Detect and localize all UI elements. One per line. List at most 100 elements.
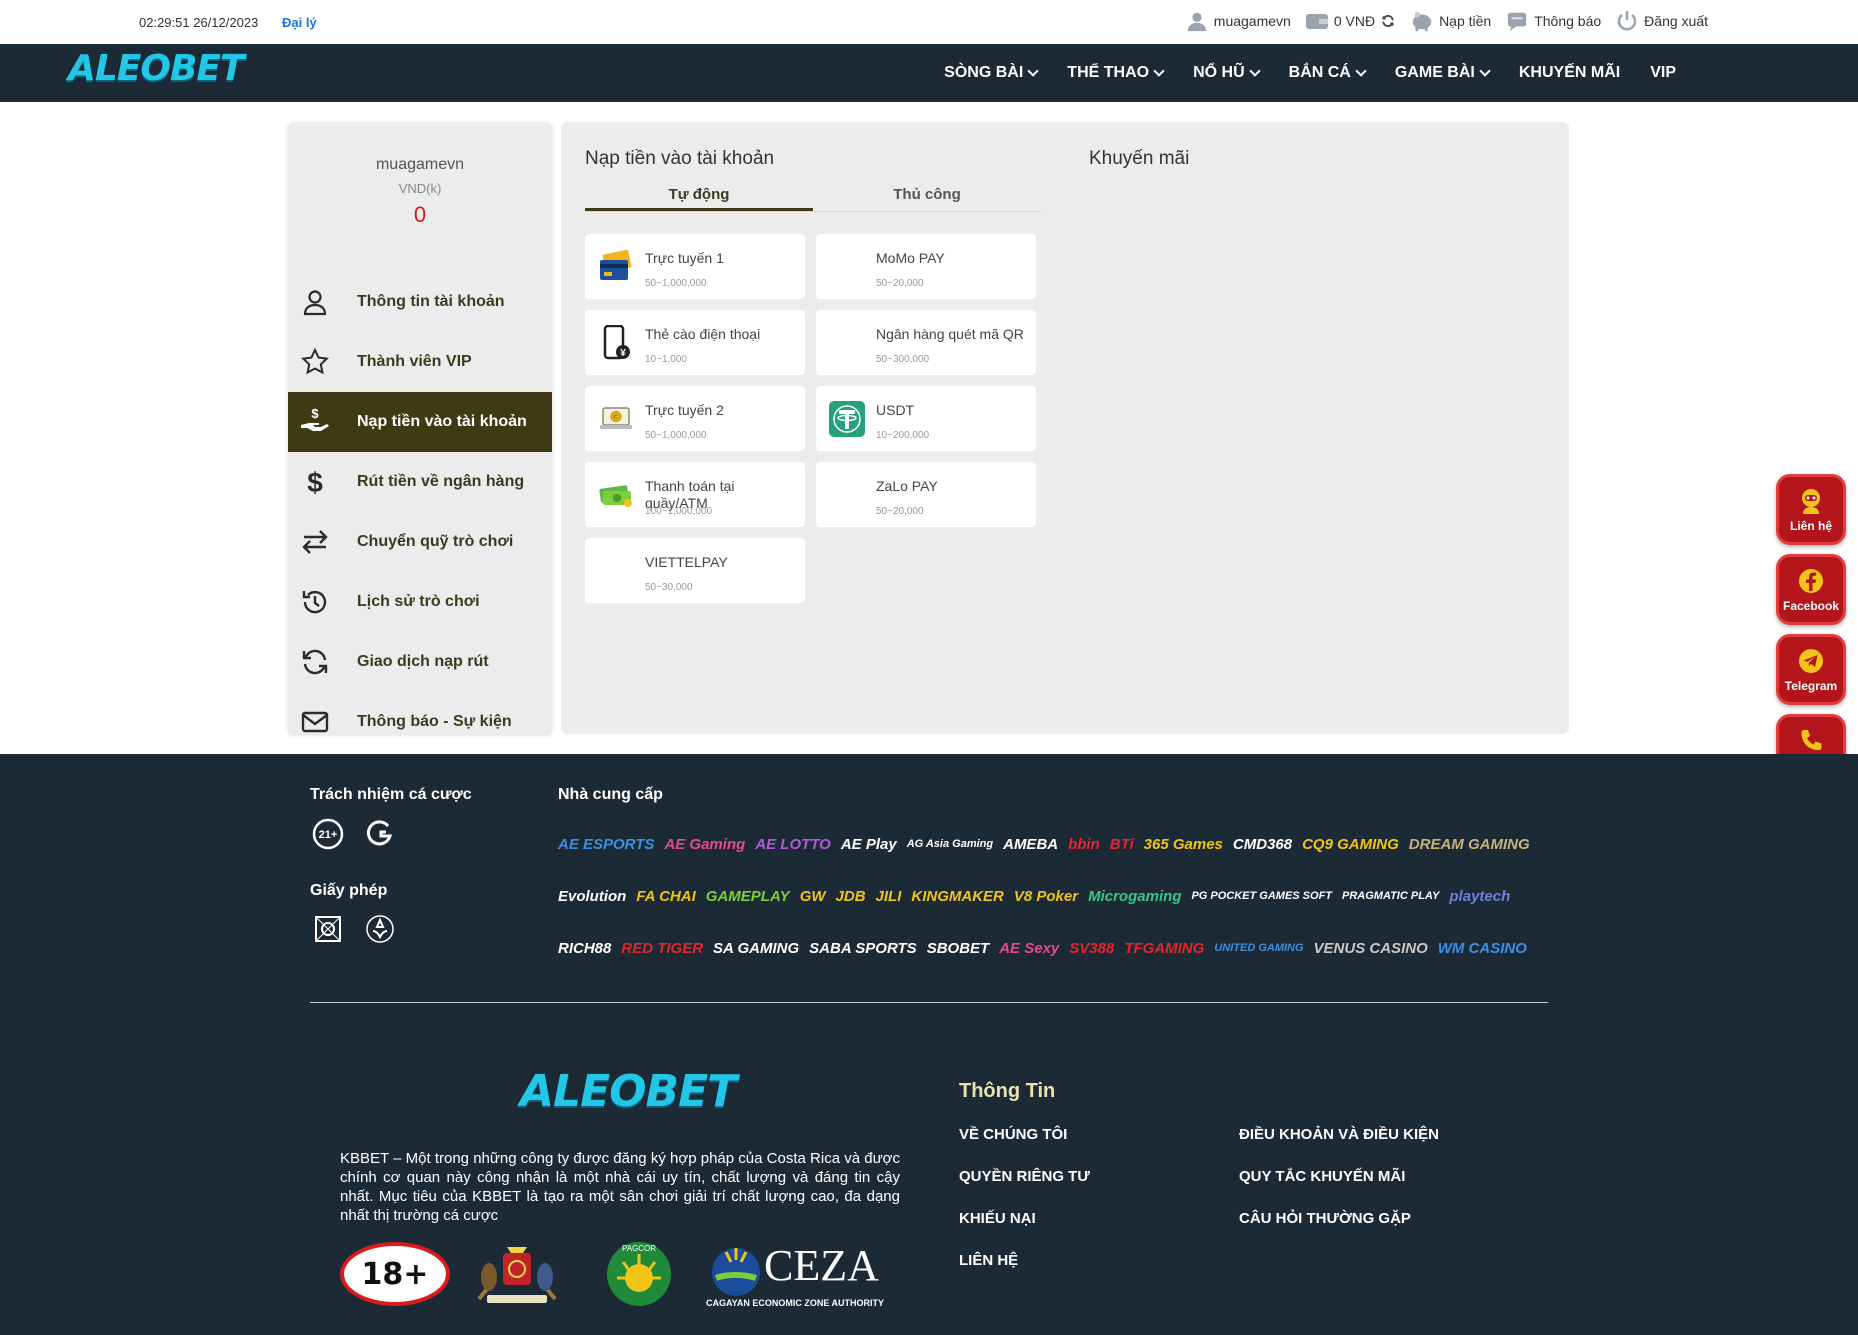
envelope-icon [298,705,332,739]
nav-item-4[interactable]: GAME BÀI [1395,64,1491,82]
provider-logo[interactable]: GAMEPLAY [706,888,790,905]
provider-logo[interactable]: SBOBET [927,940,990,957]
provider-logo[interactable]: RICH88 [558,940,611,957]
payment-method-card[interactable]: Trực tuyến 1 50~1,000,000 [585,234,805,299]
provider-logo[interactable]: RED TIGER [621,940,703,957]
provider-logo[interactable]: SABA SPORTS [809,940,917,957]
provider-logo[interactable]: Microgaming [1088,888,1181,905]
account-toolbar: muagamevn 0 VNĐ Nạp tiền Thông báo Đăng … [1185,9,1708,33]
tab-0[interactable]: Tự động [585,180,813,211]
provider-logo[interactable]: AE ESPORTS [558,836,654,853]
provider-logo[interactable]: AMEBA [1003,836,1058,853]
chevron-down-icon [1479,64,1491,77]
float-button-1[interactable]: Facebook [1776,554,1846,625]
provider-logo[interactable]: VENUS CASINO [1314,940,1428,957]
provider-logo[interactable]: CQ9 GAMING [1302,836,1399,853]
nav-item-5[interactable]: KHUYẾN MÃI [1519,64,1620,82]
info-title: Thông Tin [959,1080,1056,1102]
footer-link[interactable]: CÂU HỎI THƯỜNG GẶP [1239,1210,1519,1230]
provider-logo[interactable]: bbin [1068,836,1100,853]
wallet-icon [1305,9,1329,33]
footer-link[interactable]: QUY TẮC KHUYẾN MÃI [1239,1168,1519,1188]
provider-logo[interactable]: DREAM GAMING [1409,836,1530,853]
svg-text:©: © [613,413,619,422]
provider-logo[interactable]: TFGAMING [1124,940,1204,957]
user-menu[interactable]: muagamevn [1185,9,1291,33]
logout-link[interactable]: Đăng xuất [1615,9,1708,33]
sidebar-item-2[interactable]: $ Nạp tiền vào tài khoản [288,392,552,452]
provider-logo[interactable]: GW [800,888,826,905]
promo-title: Khuyến mãi [1089,148,1190,169]
provider-row: RICH88 RED TIGER SA GAMING SABA SPORTS SBOBE… [558,922,1527,974]
provider-logo[interactable]: AE LOTTO [755,836,831,853]
sidebar-item-5[interactable]: Lịch sử trò chơi [288,572,552,632]
piggy-bank-icon [1410,9,1434,33]
provider-logo[interactable]: 365 Games [1144,836,1223,853]
payment-method-card[interactable]: © Trực tuyến 2 50~1,000,000 [585,386,805,451]
sidebar-item-1[interactable]: Thành viên VIP [288,332,552,392]
provider-logo[interactable]: V8 Poker [1014,888,1078,905]
nav-item-1[interactable]: THỂ THAO [1067,64,1165,82]
refresh-icon[interactable] [1380,9,1396,33]
sidebar-item-4[interactable]: Chuyển quỹ trò chơi [288,512,552,572]
provider-logo[interactable]: PG POCKET GAMES SOFT [1191,890,1332,902]
provider-logo[interactable]: BTi [1110,836,1134,853]
payment-method-card[interactable]: ZaLo PAY 50~20,000 [816,462,1036,527]
provider-logo[interactable]: JILI [876,888,902,905]
nav-item-0[interactable]: SÒNG BÀI [944,64,1039,82]
provider-logo[interactable]: AE Sexy [999,940,1059,957]
sidebar-item-label: Rút tiền về ngân hàng [357,473,525,490]
footer-link[interactable]: ĐIỀU KHOẢN VÀ ĐIỀU KIỆN [1239,1126,1519,1146]
float-button-2[interactable]: Telegram [1776,634,1846,705]
provider-logo[interactable]: AE Play [841,836,897,853]
sidebar-item-3[interactable]: $ Rút tiền về ngân hàng [288,452,552,512]
nav-label: VIP [1650,64,1676,81]
provider-logo[interactable]: SA GAMING [713,940,799,957]
provider-logo[interactable]: PRAGMATIC PLAY [1342,890,1439,902]
nav-item-6[interactable]: VIP [1650,64,1676,82]
agent-link[interactable]: Đại lý [282,15,317,30]
payment-method-card[interactable]: Ngân hàng quét mã QR 50~300,000 [816,310,1036,375]
chevron-down-icon [1153,64,1165,77]
svg-text:¥: ¥ [620,348,626,359]
footer-link[interactable]: LIÊN HỆ [959,1252,1239,1272]
payment-method-range: 50~300,000 [876,354,930,365]
sidebar-item-6[interactable]: Giao dịch nạp rút [288,632,552,692]
footer-link[interactable]: VỀ CHÚNG TÔI [959,1126,1239,1146]
float-button-label: Telegram [1784,679,1838,693]
sidebar-item-7[interactable]: Thông báo - Sự kiện [288,692,552,752]
sidebar-item-0[interactable]: Thông tin tài khoản [288,272,552,332]
nav-item-3[interactable]: BẮN CÁ [1289,64,1367,82]
provider-logo[interactable]: Evolution [558,888,626,905]
payment-method-card[interactable]: MoMo PAY 50~20,000 [816,234,1036,299]
provider-logo[interactable]: UNITED GAMING [1214,942,1303,954]
notice-link[interactable]: Thông báo [1505,9,1601,33]
sidebar-item-label: Thành viên VIP [357,353,472,370]
payment-method-card[interactable]: ¥ Thẻ cào điện thoại 10~1,000 [585,310,805,375]
provider-logo[interactable]: SV388 [1069,940,1114,957]
payment-method-range: 50~20,000 [876,278,924,289]
provider-logo[interactable]: AG Asia Gaming [907,838,993,850]
provider-logo[interactable]: FA CHAI [636,888,695,905]
brand-logo[interactable]: ALEOBET [68,48,245,89]
provider-logo[interactable]: JDB [836,888,866,905]
payment-method-name: ZaLo PAY [876,478,938,494]
provider-logo[interactable]: KINGMAKER [911,888,1004,905]
balance-display: 0 VNĐ [1305,9,1396,33]
nav-item-2[interactable]: NỔ HŨ [1193,64,1261,82]
provider-logo[interactable]: AE Gaming [664,836,745,853]
deposit-link[interactable]: Nạp tiền [1410,9,1491,33]
provider-logo[interactable]: WM CASINO [1438,940,1527,957]
provider-logo[interactable]: CMD368 [1233,836,1292,853]
sidebar-username: muagamevn [375,156,465,173]
balance-text: 0 VNĐ [1333,13,1376,29]
float-button-0[interactable]: Liên hệ [1776,474,1846,545]
tab-1[interactable]: Thủ công [813,180,1041,211]
payment-method-card[interactable]: USDT 10~200,000 [816,386,1036,451]
footer-link[interactable]: QUYỀN RIÊNG TƯ [959,1168,1239,1188]
payment-method-card[interactable]: VIETTELPAY 50~30,000 [585,538,805,603]
provider-logo[interactable]: playtech [1449,888,1510,905]
payment-method-card[interactable]: Thanh toán tại quầy/ATM 100~1,000,000 [585,462,805,527]
footer-link[interactable]: KHIẾU NẠI [959,1210,1239,1230]
deposit-panel: Nạp tiền vào tài khoản Khuyến mãi Tự độn… [561,122,1569,734]
